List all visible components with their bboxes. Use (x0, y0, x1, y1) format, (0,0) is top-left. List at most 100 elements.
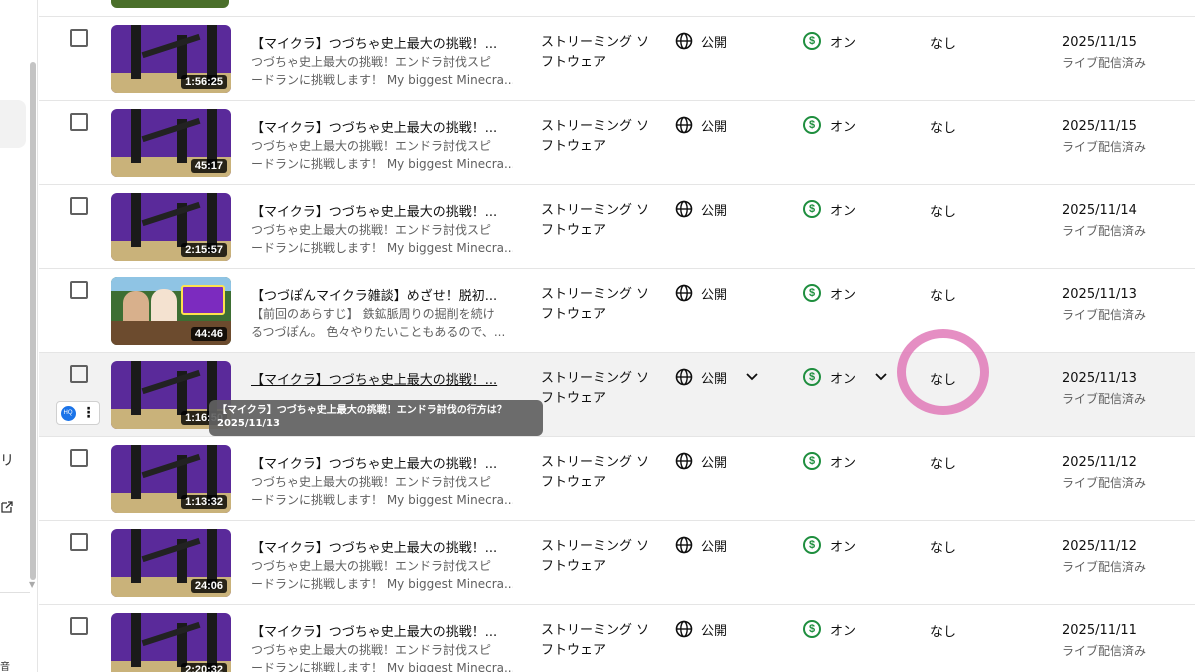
sidebar-selected-item[interactable] (0, 100, 26, 148)
visibility-label: 公開 (701, 539, 728, 555)
visibility-cell[interactable]: 公開 (675, 451, 727, 471)
row-checkbox[interactable] (70, 281, 88, 299)
globe-icon (675, 32, 693, 50)
row-hover-actions[interactable]: HQ ⋮ (56, 401, 100, 425)
sidebar-item-label-fragment[interactable]: 音 (0, 658, 10, 672)
video-description: つづちゃ史上最大の挑戦！エンドラ討伐スピ ードランに挑戦します！ My bigg… (251, 641, 513, 672)
chevron-down-icon[interactable] (874, 370, 888, 384)
video-duration: 2:15:57 (181, 243, 227, 257)
visibility-label: 公開 (701, 203, 728, 219)
source-type: ストリーミング ソ フトウェア (541, 369, 661, 409)
more-options-icon[interactable]: ⋮ (82, 406, 96, 420)
video-duration: 45:17 (190, 159, 227, 173)
globe-icon (675, 368, 693, 386)
date-status: ライブ配信済み (1062, 476, 1147, 490)
row-checkbox[interactable] (70, 29, 88, 47)
video-duration: 2:20:32 (181, 663, 227, 672)
date-value: 2025/11/15 (1062, 35, 1137, 50)
row-checkbox[interactable] (70, 113, 88, 131)
video-duration: 44:46 (190, 327, 227, 341)
row-checkbox[interactable] (70, 533, 88, 551)
table-row[interactable]: 2:20:32 【マイクラ】つづちゃ史上最大の挑戦！... つづちゃ史上最大の挑… (39, 605, 1195, 672)
video-title[interactable]: 【マイクラ】つづちゃ史上最大の挑戦！... (251, 117, 511, 136)
description-line: つづちゃ史上最大の挑戦！エンドラ討伐スピ (251, 475, 492, 489)
content-table: 1:56:25 【マイクラ】つづちゃ史上最大の挑戦！... つづちゃ史上最大の挑… (39, 0, 1195, 672)
source-type-line: ストリーミング ソ (541, 203, 650, 218)
description-line: つづちゃ史上最大の挑戦！エンドラ討伐スピ (251, 559, 492, 573)
table-row[interactable]: 2:15:57 【マイクラ】つづちゃ史上最大の挑戦！... つづちゃ史上最大の挑… (39, 185, 1195, 269)
table-row[interactable]: 45:17 【マイクラ】つづちゃ史上最大の挑戦！... つづちゃ史上最大の挑戦！… (39, 101, 1195, 185)
monetization-cell[interactable]: $ オン (803, 451, 856, 471)
video-thumbnail[interactable]: 24:06 (111, 529, 231, 597)
video-thumbnail[interactable]: 44:46 (111, 277, 231, 345)
source-type: ストリーミング ソ フトウェア (541, 453, 661, 493)
hq-badge-icon[interactable]: HQ (60, 405, 76, 421)
video-title[interactable]: 【マイクラ】つづちゃ史上最大の挑戦！... (251, 621, 511, 640)
date-cell: 2025/11/13 ライブ配信済み (1062, 285, 1146, 325)
video-thumbnail[interactable]: 2:15:57 (111, 193, 231, 261)
globe-icon (675, 536, 693, 554)
monetization-cell[interactable]: $ オン (803, 619, 856, 639)
source-type-line: ストリーミング ソ (541, 539, 650, 554)
date-value: 2025/11/12 (1062, 539, 1137, 554)
dollar-icon: $ (803, 536, 821, 554)
video-title[interactable]: 【マイクラ】つづちゃ史上最大の挑戦！... (251, 453, 511, 472)
description-line: ードランに挑戦します！ My biggest Minecra... (251, 157, 513, 171)
table-row[interactable]: 1:13:32 【マイクラ】つづちゃ史上最大の挑戦！... つづちゃ史上最大の挑… (39, 437, 1195, 521)
scroll-down-arrow-icon[interactable]: ▼ (29, 580, 35, 589)
video-title[interactable]: 【つづぽんマイクラ雑談】めざせ！脱初... (251, 285, 511, 304)
table-row[interactable]: 44:46 【つづぽんマイクラ雑談】めざせ！脱初... 【前回のあらすじ】 鉄鉱… (39, 269, 1195, 353)
visibility-cell[interactable]: 公開 (675, 535, 727, 555)
video-description: つづちゃ史上最大の挑戦！エンドラ討伐スピ ードランに挑戦します！ My bigg… (251, 557, 513, 593)
description-line: つづちゃ史上最大の挑戦！エンドラ討伐スピ (251, 139, 492, 153)
description-line: るつづぽん。 色々やりたいこともあるので、... (251, 325, 506, 339)
video-title[interactable]: 【マイクラ】つづちゃ史上最大の挑戦！... (251, 33, 511, 52)
video-thumbnail[interactable]: 45:17 (111, 109, 231, 177)
description-line: ードランに挑戦します！ My biggest Minecra... (251, 241, 513, 255)
video-title[interactable]: 【マイクラ】つづちゃ史上最大の挑戦！... (251, 537, 511, 556)
date-status: ライブ配信済み (1062, 308, 1147, 322)
sidebar-item-label-fragment[interactable]: リ (0, 450, 14, 470)
table-row[interactable]: 1:56:25 【マイクラ】つづちゃ史上最大の挑戦！... つづちゃ史上最大の挑… (39, 17, 1195, 101)
video-title[interactable]: 【マイクラ】つづちゃ史上最大の挑戦！... (251, 201, 511, 220)
tooltip-title: 【マイクラ】つづちゃ史上最大の挑戦！エンドラ討伐の行方は？ (217, 405, 507, 416)
row-checkbox[interactable] (70, 617, 88, 635)
row-checkbox[interactable] (70, 365, 88, 383)
hand-drawn-circle-annotation (897, 329, 989, 415)
monetization-cell[interactable]: $ オン (803, 115, 856, 135)
visibility-cell[interactable]: 公開 (675, 367, 767, 387)
visibility-cell[interactable]: 公開 (675, 115, 727, 135)
monetization-cell[interactable]: $ オン (803, 283, 856, 303)
visibility-label: 公開 (701, 371, 728, 387)
date-value: 2025/11/13 (1062, 287, 1137, 302)
restrictions-value: なし (930, 541, 957, 556)
row-checkbox[interactable] (70, 197, 88, 215)
dollar-icon: $ (803, 368, 821, 386)
video-thumbnail[interactable]: 2:20:32 (111, 613, 231, 672)
monetization-cell[interactable]: $ オン (803, 535, 856, 555)
visibility-cell[interactable]: 公開 (675, 31, 727, 51)
chevron-down-icon[interactable] (745, 370, 759, 384)
video-thumbnail[interactable]: 1:56:25 (111, 25, 231, 93)
table-row[interactable]: 24:06 【マイクラ】つづちゃ史上最大の挑戦！... つづちゃ史上最大の挑戦！… (39, 521, 1195, 605)
visibility-cell[interactable]: 公開 (675, 199, 727, 219)
video-title[interactable]: 【マイクラ】つづちゃ史上最大の挑戦！... (251, 369, 511, 388)
sidebar-scrollbar[interactable] (30, 62, 36, 580)
restrictions-value: なし (930, 37, 957, 52)
monetization-cell[interactable]: $ オン (803, 31, 856, 51)
visibility-cell[interactable]: 公開 (675, 283, 727, 303)
date-cell: 2025/11/13 ライブ配信済み (1062, 369, 1146, 409)
previous-row-thumbnail[interactable] (111, 0, 229, 8)
dollar-icon: $ (803, 284, 821, 302)
visibility-cell[interactable]: 公開 (675, 619, 727, 639)
dollar-icon: $ (803, 452, 821, 470)
video-thumbnail[interactable]: 1:13:32 (111, 445, 231, 513)
dollar-icon: $ (803, 116, 821, 134)
row-checkbox[interactable] (70, 449, 88, 467)
description-line: 【前回のあらすじ】 鉄鉱脈周りの掘削を続け (251, 307, 495, 321)
monetization-cell[interactable]: $ オン (803, 199, 856, 219)
restrictions-value: なし (930, 205, 957, 220)
monetization-cell[interactable]: $ オン (803, 367, 888, 387)
globe-icon (675, 620, 693, 638)
external-link-icon[interactable] (0, 500, 14, 514)
